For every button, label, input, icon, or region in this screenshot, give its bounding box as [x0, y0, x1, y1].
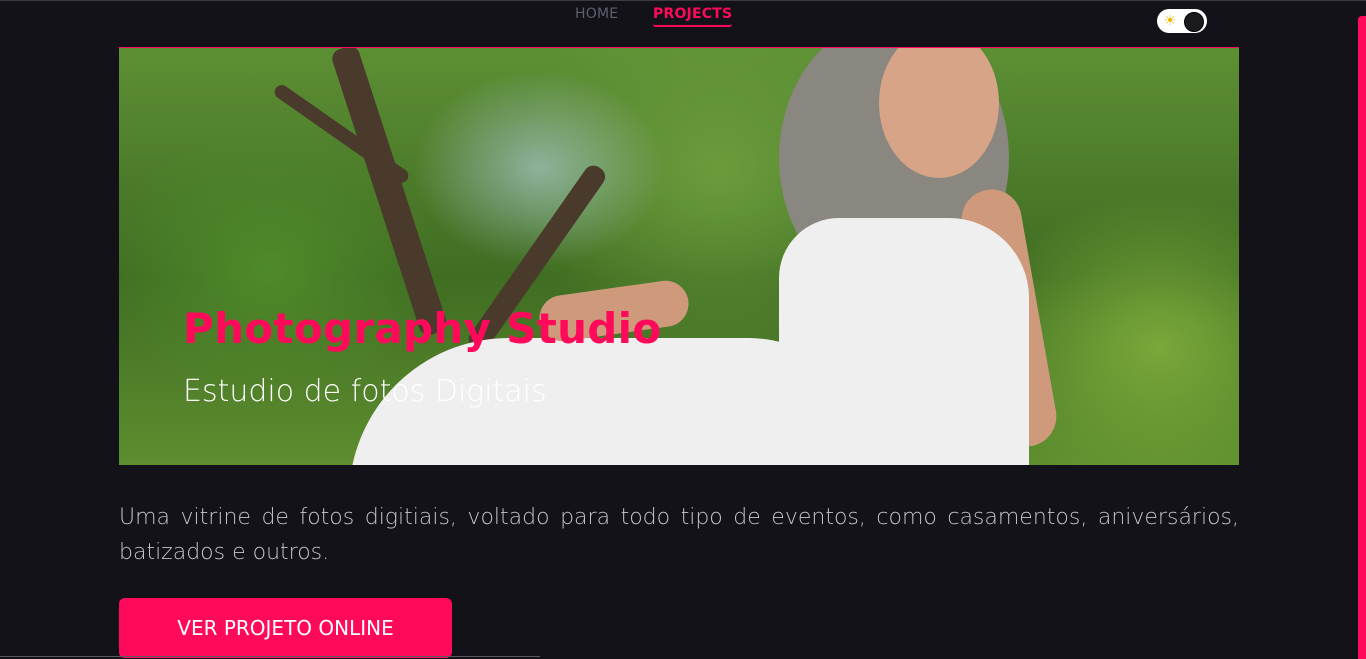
- view-project-online-button[interactable]: VER PROJETO ONLINE: [119, 598, 452, 658]
- hero-banner: Photography Studio Estudio de fotos Digi…: [119, 47, 1239, 465]
- nav-home-link[interactable]: HOME: [575, 6, 618, 22]
- sun-icon: ☀: [1163, 13, 1177, 29]
- bottom-divider: [0, 656, 540, 657]
- toggle-knob: [1184, 12, 1204, 32]
- top-border: [0, 0, 1366, 1]
- theme-toggle[interactable]: ☀: [1157, 9, 1207, 33]
- tree-branch-small: [271, 82, 412, 186]
- project-description: Uma vitrine de fotos digitiais, voltado …: [119, 505, 1239, 565]
- top-navigation: HOME PROJECTS ☀: [0, 6, 1366, 33]
- hero-subtitle: Estudio de fotos Digitais: [183, 374, 547, 409]
- nav-projects-link[interactable]: PROJECTS: [653, 6, 733, 27]
- hero-title: Photography Studio: [183, 304, 662, 353]
- tree-trunk: [329, 48, 450, 338]
- scrollbar[interactable]: [1358, 16, 1366, 659]
